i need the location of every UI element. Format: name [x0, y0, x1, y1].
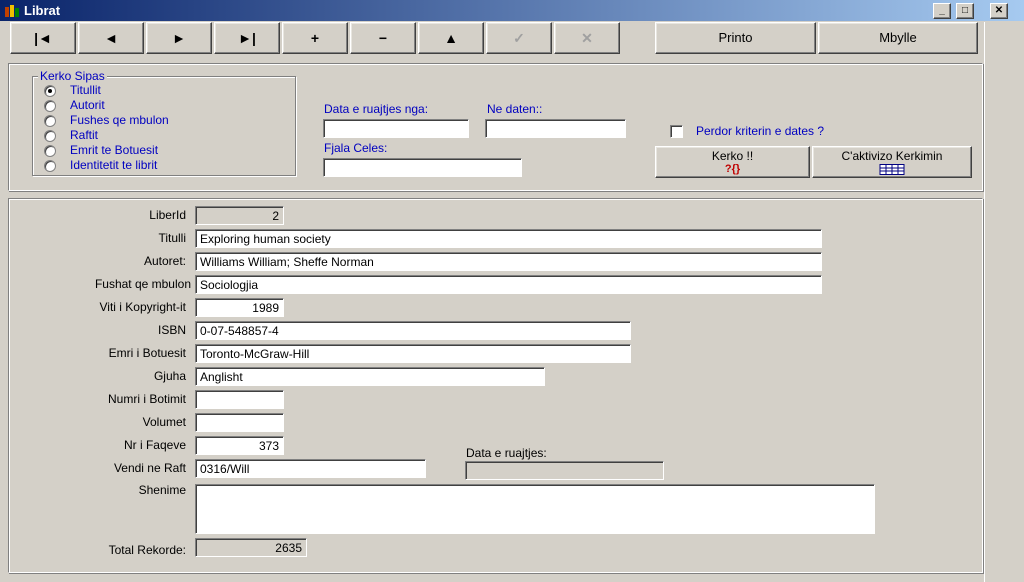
radio-label: Titullit: [70, 83, 101, 97]
search-button[interactable]: Kerko !! ?{}: [655, 146, 810, 178]
radio-label: Emrit te Botuesit: [70, 143, 159, 157]
data-ruajtjes-label: Data e ruajtjes:: [466, 446, 547, 460]
botuesi-label: Emri i Botuesit: [108, 346, 186, 360]
radio-circle[interactable]: [44, 145, 56, 157]
titulli-label: Titulli: [158, 231, 186, 245]
autoret-field[interactable]: Williams William; Sheffe Norman: [195, 252, 822, 271]
fushat-field[interactable]: Sociologjia: [195, 275, 822, 294]
previous-record-button[interactable]: ◄: [78, 22, 144, 54]
date-from-input[interactable]: [323, 119, 469, 138]
data-ruajtjes-field: [465, 461, 664, 480]
search-by-title: Kerko Sipas: [38, 69, 107, 83]
botuesi-field[interactable]: Toronto-McGraw-Hill: [195, 344, 631, 363]
shenime-label: Shenime: [138, 483, 186, 497]
numri-botimit-label: Numri i Botimit: [107, 392, 186, 406]
isbn-label: ISBN: [157, 323, 186, 337]
last-record-button[interactable]: ►|: [214, 22, 280, 54]
radio-label: Fushes qe mbulon: [70, 113, 169, 127]
radio-label: Identitetit te librit: [70, 158, 158, 172]
keyword-input[interactable]: [323, 158, 522, 177]
use-dates-checkbox[interactable]: [670, 125, 683, 138]
window-title: Librat: [24, 3, 61, 18]
title-bar[interactable]: Librat _ □ ✕: [0, 0, 1024, 21]
titulli-field[interactable]: Exploring human society: [195, 229, 822, 248]
liber-id-field: 2: [195, 206, 284, 225]
delete-record-button[interactable]: −: [350, 22, 416, 54]
date-to-label: Ne daten::: [487, 102, 543, 116]
total-records-field: 2635: [195, 538, 307, 557]
radio-circle[interactable]: [44, 85, 56, 97]
confirm-button[interactable]: ✓: [486, 22, 552, 54]
date-from-label: Data e ruajtjes nga:: [324, 102, 429, 116]
minimize-button[interactable]: _: [933, 3, 951, 19]
books-app-icon: [5, 5, 19, 17]
print-button[interactable]: Printo: [655, 22, 816, 54]
close-window-button[interactable]: ✕: [990, 3, 1008, 19]
volumet-label: Volumet: [142, 415, 186, 429]
vendi-label: Vendi ne Raft: [113, 461, 186, 475]
keyword-label: Fjala Celes:: [324, 141, 388, 155]
next-record-button[interactable]: ►: [146, 22, 212, 54]
faqe-label: Nr i Faqeve: [123, 438, 186, 452]
search-query-icon: ?{}: [724, 163, 741, 175]
radio-circle[interactable]: [44, 100, 56, 112]
vendi-field[interactable]: 0316/Will: [195, 459, 426, 478]
liber-id-label: LiberId: [149, 208, 186, 222]
autoret-label: Autoret:: [143, 254, 186, 268]
date-to-input[interactable]: [485, 119, 626, 138]
deactivate-search-button[interactable]: C'aktivizo Kerkimin: [812, 146, 972, 178]
viti-field[interactable]: 1989: [195, 298, 284, 317]
use-dates-label: Perdor kriterin e dates ?: [696, 124, 825, 138]
close-button[interactable]: Mbylle: [818, 22, 978, 54]
radio-circle[interactable]: [44, 130, 56, 142]
cancel-edit-button[interactable]: ✕: [554, 22, 620, 54]
gjuha-label: Gjuha: [153, 369, 186, 383]
search-button-label: Kerko !!: [711, 149, 754, 163]
fushat-label: Fushat qe mbulon: [94, 277, 191, 291]
radio-circle[interactable]: [44, 115, 56, 127]
deactivate-search-label: C'aktivizo Kerkimin: [841, 149, 943, 163]
isbn-field[interactable]: 0-07-548857-4: [195, 321, 631, 340]
gjuha-field[interactable]: Anglisht: [195, 367, 545, 386]
grid-icon: [879, 164, 905, 175]
numri-botimit-field[interactable]: [195, 390, 284, 409]
maximize-button[interactable]: □: [956, 3, 974, 19]
shenime-textarea[interactable]: [195, 484, 875, 534]
volumet-field[interactable]: [195, 413, 284, 432]
edit-record-button[interactable]: ▲: [418, 22, 484, 54]
radio-label: Autorit: [70, 98, 105, 112]
window-right-border: [984, 22, 1024, 582]
total-records-label: Total Rekorde:: [108, 543, 186, 557]
faqe-field[interactable]: 373: [195, 436, 284, 455]
first-record-button[interactable]: |◄: [10, 22, 76, 54]
add-record-button[interactable]: +: [282, 22, 348, 54]
viti-label: Viti i Kopyright-it: [99, 300, 186, 314]
radio-label: Raftit: [70, 128, 99, 142]
radio-circle[interactable]: [44, 160, 56, 172]
